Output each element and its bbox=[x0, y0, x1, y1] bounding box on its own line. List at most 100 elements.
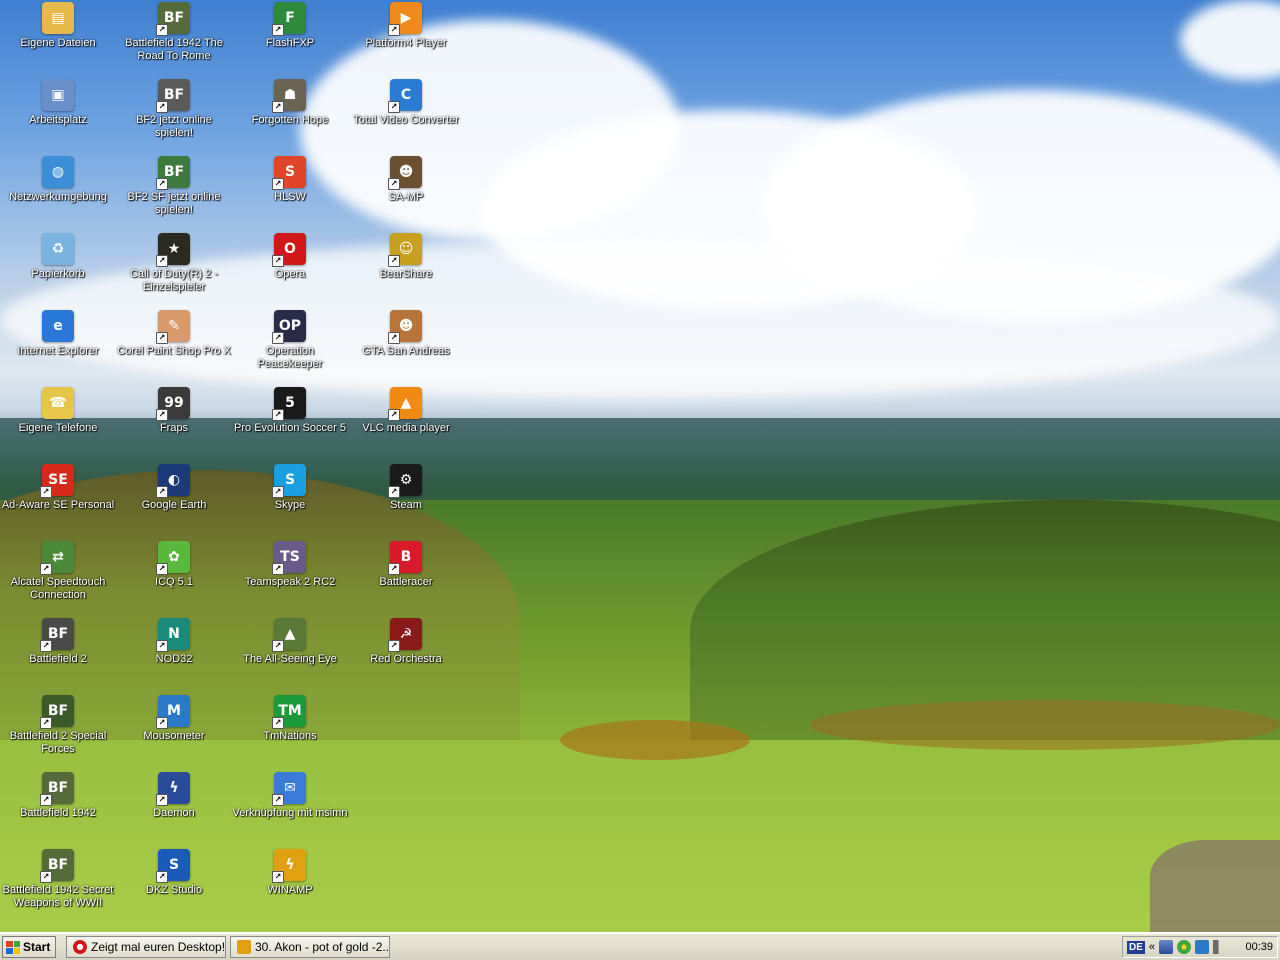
shortcut-arrow-icon: ↗ bbox=[272, 101, 284, 113]
shortcut-arrow-icon: ↗ bbox=[272, 640, 284, 652]
desktop-icon-pes5[interactable]: 5 ↗ Pro Evolution Soccer 5 bbox=[232, 387, 348, 435]
shortcut-arrow-icon: ↗ bbox=[156, 332, 168, 344]
desktop-icon-opera[interactable]: O ↗ Opera bbox=[232, 233, 348, 281]
desktop-icon-nod32[interactable]: N ↗ NOD32 bbox=[116, 618, 232, 666]
desktop-icon-label: Corel Paint Shop Pro X bbox=[117, 345, 231, 357]
vlc-icon: ▲ ↗ bbox=[388, 387, 422, 421]
desktop-icon-all-seeing-eye[interactable]: ▲ ↗ The All-Seeing Eye bbox=[232, 618, 348, 666]
network-icon[interactable] bbox=[1159, 940, 1174, 954]
bf1942-secret-weapons-icon: BF ↗ bbox=[40, 849, 74, 883]
desktop-icon-label: Battlefield 1942 bbox=[20, 807, 96, 819]
desktop-icon-phones-folder[interactable]: ☎ Eigene Telefone bbox=[0, 387, 116, 435]
desktop-icon-forgotten-hope[interactable]: ☗ ↗ Forgotten Hope bbox=[232, 79, 348, 127]
speaker-icon[interactable] bbox=[1213, 940, 1228, 954]
desktop-icon-outlook-express[interactable]: ✉ ↗ Verknüpfung mit msimn bbox=[232, 772, 348, 820]
desktop-icon-label: Battlefield 2 Special Forces bbox=[9, 730, 107, 755]
battlefield-2-icon: BF ↗ bbox=[40, 618, 74, 652]
desktop-icon-platform4-player[interactable]: ▶ ↗ Platform4 Player bbox=[348, 2, 464, 50]
shortcut-arrow-icon: ↗ bbox=[388, 409, 400, 421]
desktop-icon-my-computer[interactable]: ▣ Arbeitsplatz bbox=[0, 79, 116, 127]
desktop-icon-speedtouch[interactable]: ⇄ ↗ Alcatel Speedtouch Connection bbox=[0, 541, 116, 602]
icq-icon: ✿ ↗ bbox=[156, 541, 190, 575]
opera-icon: O ↗ bbox=[272, 233, 306, 267]
desktop-icon-label: Opera bbox=[274, 268, 306, 280]
desktop-icon-bf2-online[interactable]: BF ↗ BF2 jetzt online spielen! bbox=[116, 79, 232, 140]
desktop-icon-bearshare[interactable]: ☺ ↗ BearShare bbox=[348, 233, 464, 281]
desktop-icon-dkz-studio[interactable]: S ↗ DKZ Studio bbox=[116, 849, 232, 897]
desktop-icon-steam[interactable]: ⚙ ↗ Steam bbox=[348, 464, 464, 512]
desktop-icon-label: Verknüpfung mit msimn bbox=[232, 807, 348, 819]
shortcut-arrow-icon: ↗ bbox=[156, 563, 168, 575]
daemon-tools-icon: ϟ ↗ bbox=[156, 772, 190, 806]
desktop-icon-label: TmNations bbox=[263, 730, 317, 742]
icon-glyph: ☺ bbox=[398, 241, 414, 257]
desktop-icon-label: Mousometer bbox=[143, 730, 205, 742]
shortcut-arrow-icon: ↗ bbox=[40, 871, 52, 883]
desktop-icon-gta-san-andreas[interactable]: ☻ ↗ GTA San Andreas bbox=[348, 310, 464, 358]
desktop-icon-google-earth[interactable]: ◐ ↗ Google Earth bbox=[116, 464, 232, 512]
desktop-icon-label: Red Orchestra bbox=[370, 653, 442, 665]
winamp-icon bbox=[237, 940, 251, 954]
desktop-icon-skype[interactable]: S ↗ Skype bbox=[232, 464, 348, 512]
shortcut-arrow-icon: ↗ bbox=[272, 409, 284, 421]
desktop-icon-bf2sf-online[interactable]: BF ↗ BF2 SF jetzt online spielen! bbox=[116, 156, 232, 217]
icon-glyph: C bbox=[400, 87, 412, 103]
taskbar-button-winamp[interactable]: 30. Akon - pot of gold -2... bbox=[230, 936, 390, 958]
desktop-icon-network-places[interactable]: ◍ Netzwerkumgebung bbox=[0, 156, 116, 204]
desktop-icon-hlsw[interactable]: S ↗ HLSW bbox=[232, 156, 348, 204]
desktop-icon-total-video-converter[interactable]: C ↗ Total Video Converter bbox=[348, 79, 464, 127]
desktop-icon-flashfxp[interactable]: F ↗ FlashFXP bbox=[232, 2, 348, 50]
desktop-icon-battlefield-2[interactable]: BF ↗ Battlefield 2 bbox=[0, 618, 116, 666]
shortcut-arrow-icon: ↗ bbox=[40, 717, 52, 729]
shortcut-arrow-icon: ↗ bbox=[272, 794, 284, 806]
icq-tray-icon[interactable] bbox=[1177, 940, 1192, 954]
desktop-icon-battlefield-1942[interactable]: BF ↗ Battlefield 1942 The Road To Rome bbox=[116, 2, 232, 63]
desktop-icon-label: Eigene Dateien bbox=[20, 37, 96, 49]
icon-glyph: 5 bbox=[285, 395, 295, 411]
mouse-tray-icon[interactable] bbox=[1195, 940, 1210, 954]
desktop-icon-label: Teamspeak 2 RC2 bbox=[244, 576, 336, 588]
shortcut-arrow-icon: ↗ bbox=[388, 24, 400, 36]
shortcut-arrow-icon: ↗ bbox=[156, 871, 168, 883]
desktop-icon-call-of-duty-2[interactable]: ★ ↗ Call of Duty(R) 2 - Einzelspieler bbox=[116, 233, 232, 294]
shortcut-arrow-icon: ↗ bbox=[156, 486, 168, 498]
desktop-icon-label: Battlefield 1942 Secret Weapons of WWII bbox=[2, 884, 114, 909]
language-indicator[interactable]: DE bbox=[1127, 940, 1145, 954]
desktop-icon-winamp[interactable]: ϟ ↗ WINAMP bbox=[232, 849, 348, 897]
desktop-icon-teamspeak[interactable]: TS ↗ Teamspeak 2 RC2 bbox=[232, 541, 348, 589]
desktop-icon-daemon-tools[interactable]: ϟ ↗ Daemon bbox=[116, 772, 232, 820]
desktop-icon-vlc[interactable]: ▲ ↗ VLC media player bbox=[348, 387, 464, 435]
taskbar-button-opera[interactable]: Zeigt mal euren Desktop!... bbox=[66, 936, 226, 958]
desktop-icon-internet-explorer[interactable]: e Internet Explorer bbox=[0, 310, 116, 358]
desktop-icon-red-orchestra[interactable]: ☭ ↗ Red Orchestra bbox=[348, 618, 464, 666]
desktop-icon-bf1942-secret-weapons[interactable]: BF ↗ Battlefield 1942 Secret Weapons of WW… bbox=[0, 849, 116, 910]
clock[interactable]: 00:39 bbox=[1245, 941, 1273, 953]
desktop-icon-icq[interactable]: ✿ ↗ ICQ 5.1 bbox=[116, 541, 232, 589]
desktop-icon-bf2-special-forces[interactable]: BF ↗ Battlefield 2 Special Forces bbox=[0, 695, 116, 756]
desktop-icon-label: VLC media player bbox=[362, 422, 450, 434]
show-hidden-icons-button[interactable]: « bbox=[1149, 941, 1155, 953]
desktop-icon-battleracer[interactable]: B ↗ Battleracer bbox=[348, 541, 464, 589]
desktop-icon-folder-documents[interactable]: ▤ Eigene Dateien bbox=[0, 2, 116, 50]
all-seeing-eye-icon: ▲ ↗ bbox=[272, 618, 306, 652]
samp-icon: ☻ ↗ bbox=[388, 156, 422, 190]
pes5-icon: 5 ↗ bbox=[272, 387, 306, 421]
desktop-icon-fraps[interactable]: 99 ↗ Fraps bbox=[116, 387, 232, 435]
desktop-icon-paint-shop-pro[interactable]: ✎ ↗ Corel Paint Shop Pro X bbox=[116, 310, 232, 358]
desktop-icon-samp[interactable]: ☻ ↗ SA-MP bbox=[348, 156, 464, 204]
desktop-icon-label: Fraps bbox=[159, 422, 189, 434]
desktop-icon-label: Ad-Aware SE Personal bbox=[1, 499, 115, 511]
icon-glyph: ▣ bbox=[51, 87, 65, 103]
desktop-icon-operation-peacekeeper[interactable]: OP ↗ Operation Peacekeeper bbox=[232, 310, 348, 371]
desktop-icon-ad-aware[interactable]: SE ↗ Ad-Aware SE Personal bbox=[0, 464, 116, 512]
desktop-icon-label: Call of Duty(R) 2 - Einzelspieler bbox=[129, 268, 219, 293]
desktop-icon-mousometer[interactable]: M ↗ Mousometer bbox=[116, 695, 232, 743]
icon-glyph: ▶ bbox=[400, 10, 412, 26]
mousometer-icon: M ↗ bbox=[156, 695, 190, 729]
desktop-icon-label: Daemon bbox=[153, 807, 195, 819]
desktop-icon-tmnations[interactable]: TM ↗ TmNations bbox=[232, 695, 348, 743]
desktop-icon-label: The All-Seeing Eye bbox=[243, 653, 337, 665]
desktop-icon-battlefield-1942[interactable]: BF ↗ Battlefield 1942 bbox=[0, 772, 116, 820]
start-button[interactable]: Start bbox=[2, 936, 56, 958]
desktop-icon-recycle-bin[interactable]: ♻ Papierkorb bbox=[0, 233, 116, 281]
